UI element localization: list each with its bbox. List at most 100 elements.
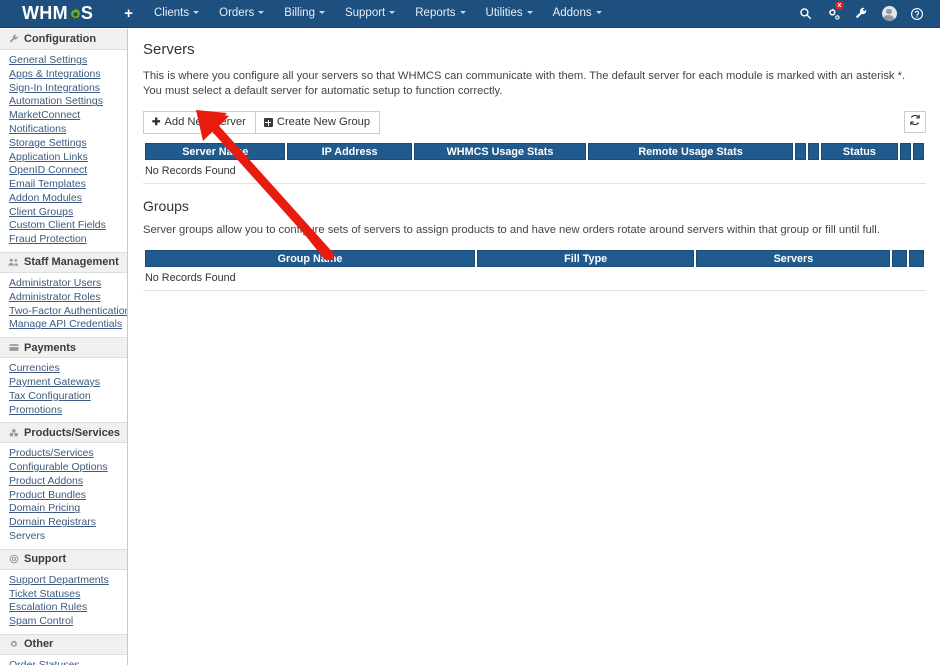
navbar-right-icons: x	[792, 0, 930, 27]
sidebar-item-openid-connect[interactable]: OpenID Connect	[9, 164, 127, 178]
nav-label: Orders	[219, 7, 255, 19]
nav-item-orders[interactable]: Orders	[209, 0, 274, 27]
sidebar-links-staff-management: Administrator Users Administrator Roles …	[0, 273, 127, 337]
help-icon[interactable]	[904, 0, 930, 27]
nav-label: Reports	[415, 7, 456, 19]
sidebar-item-domain-pricing[interactable]: Domain Pricing	[9, 502, 127, 516]
sidebar-item-manage-api-credentials[interactable]: Manage API Credentials	[9, 318, 127, 332]
sidebar-item-products-services[interactable]: Products/Services	[9, 447, 127, 461]
section-title: Configuration	[24, 33, 97, 45]
column-header-blank-1[interactable]	[892, 250, 908, 267]
square-plus-icon	[263, 118, 273, 127]
sidebar-item-storage-settings[interactable]: Storage Settings	[9, 137, 127, 151]
sidebar-item-email-templates[interactable]: Email Templates	[9, 178, 127, 192]
sidebar-item-notifications[interactable]: Notifications	[9, 123, 127, 137]
search-icon[interactable]	[792, 0, 818, 27]
sidebar-item-domain-registrars[interactable]: Domain Registrars	[9, 516, 127, 530]
plus-icon: ✚	[152, 117, 161, 128]
sidebar-item-tax-configuration[interactable]: Tax Configuration	[9, 390, 127, 404]
lifebuoy-icon	[8, 554, 19, 565]
column-header-blank-3[interactable]	[899, 143, 911, 160]
nav-item-addons[interactable]: Addons	[543, 0, 612, 27]
section-title: Staff Management	[24, 256, 119, 269]
column-header-fill-type[interactable]: Fill Type	[476, 250, 695, 267]
column-header-blank-1[interactable]	[794, 143, 807, 160]
sidebar-item-support-departments[interactable]: Support Departments	[9, 574, 127, 588]
column-header-servers[interactable]: Servers	[696, 250, 891, 267]
groups-section-description: Server groups allow you to configure set…	[143, 224, 880, 236]
wrench-icon	[8, 34, 19, 45]
sidebar-section-products-services[interactable]: Products/Services	[0, 422, 127, 444]
sidebar-item-marketconnect[interactable]: MarketConnect	[9, 109, 127, 123]
user-avatar-icon[interactable]	[876, 0, 902, 27]
sidebar-item-payment-gateways[interactable]: Payment Gateways	[9, 376, 127, 390]
sidebar-item-automation-settings[interactable]: Automation Settings	[9, 95, 127, 109]
sidebar-links-configuration: General Settings Apps & Integrations Sig…	[0, 50, 127, 252]
column-header-status[interactable]: Status	[821, 143, 898, 160]
page-title: Servers	[143, 41, 195, 58]
add-new-server-button[interactable]: ✚ Add New Server	[143, 111, 256, 134]
column-header-server-name[interactable]: Server Name	[145, 143, 286, 160]
column-header-ip-address[interactable]: IP Address	[287, 143, 412, 160]
nav-item-utilities[interactable]: Utilities	[476, 0, 543, 27]
nav-label: Billing	[284, 7, 315, 19]
nav-item-clients[interactable]: Clients	[144, 0, 209, 27]
groups-table: Group Name Fill Type Servers	[143, 250, 926, 267]
column-header-blank-2[interactable]	[808, 143, 820, 160]
column-header-blank-4[interactable]	[912, 143, 924, 160]
sidebar-item-promotions[interactable]: Promotions	[9, 403, 127, 417]
sidebar-item-administrator-users[interactable]: Administrator Users	[9, 277, 127, 291]
sidebar-item-escalation-rules[interactable]: Escalation Rules	[9, 601, 127, 615]
chevron-down-icon	[526, 11, 533, 15]
sidebar-item-configurable-options[interactable]: Configurable Options	[9, 461, 127, 475]
sidebar-section-payments[interactable]: Payments	[0, 337, 127, 359]
refresh-button[interactable]	[904, 111, 926, 133]
column-header-remote-usage-stats[interactable]: Remote Usage Stats	[588, 143, 793, 160]
sidebar-section-configuration[interactable]: Configuration	[0, 29, 127, 50]
credit-card-icon	[8, 342, 19, 353]
column-header-whmcs-usage-stats[interactable]: WHMCS Usage Stats	[413, 143, 587, 160]
avatar	[881, 6, 897, 21]
nav-label: Utilities	[485, 7, 523, 19]
sidebar-item-client-groups[interactable]: Client Groups	[9, 206, 127, 220]
sidebar-item-fraud-protection[interactable]: Fraud Protection	[9, 233, 127, 247]
sidebar-item-servers[interactable]: Servers	[9, 530, 127, 544]
sidebar-item-general-settings[interactable]: General Settings	[9, 54, 127, 68]
nav-item-support[interactable]: Support	[335, 0, 405, 27]
sidebar-section-support[interactable]: Support	[0, 548, 127, 570]
gears-icon[interactable]: x	[820, 0, 846, 27]
sidebar-item-spam-control[interactable]: Spam Control	[9, 615, 127, 629]
quick-add-button[interactable]: +	[113, 0, 144, 27]
notification-badge: x	[835, 1, 844, 10]
servers-table-head: Server Name IP Address WHMCS Usage Stats…	[145, 143, 924, 160]
wrench-icon[interactable]	[848, 0, 874, 27]
sidebar-item-product-bundles[interactable]: Product Bundles	[9, 489, 127, 503]
column-header-group-name[interactable]: Group Name	[145, 250, 475, 267]
sidebar-item-sign-in-integrations[interactable]: Sign-In Integrations	[9, 82, 127, 96]
whmcs-logo[interactable]: WHM S	[22, 3, 93, 24]
sidebar-item-addon-modules[interactable]: Addon Modules	[9, 192, 127, 206]
chevron-down-icon	[193, 11, 200, 15]
sidebar-item-ticket-statuses[interactable]: Ticket Statuses	[9, 587, 127, 601]
sidebar-section-staff-management[interactable]: Staff Management	[0, 251, 127, 273]
sidebar-links-products-services: Products/Services Configurable Options P…	[0, 443, 127, 548]
gear-icon	[8, 639, 19, 650]
sidebar-item-apps-integrations[interactable]: Apps & Integrations	[9, 68, 127, 82]
sidebar-item-currencies[interactable]: Currencies	[9, 362, 127, 376]
sidebar-item-product-addons[interactable]: Product Addons	[9, 475, 127, 489]
nav-item-billing[interactable]: Billing	[274, 0, 335, 27]
column-header-blank-2[interactable]	[909, 250, 924, 267]
sidebar-item-order-statuses[interactable]: Order Statuses	[9, 659, 127, 665]
sidebar-item-two-factor-authentication[interactable]: Two-Factor Authentication	[9, 305, 127, 319]
sidebar-section-other[interactable]: Other	[0, 633, 127, 655]
users-icon	[8, 257, 19, 268]
nav-item-reports[interactable]: Reports	[405, 0, 475, 27]
top-navbar: WHM S + Clients Orders Billing Support R…	[0, 0, 940, 28]
sidebar-item-application-links[interactable]: Application Links	[9, 150, 127, 164]
section-title: Support	[24, 553, 67, 566]
sidebar-item-administrator-roles[interactable]: Administrator Roles	[9, 291, 127, 305]
sidebar-links-other: Order Statuses Security Questions Banned…	[0, 655, 127, 665]
refresh-icon	[909, 113, 921, 131]
create-new-group-button[interactable]: Create New Group	[254, 111, 381, 134]
sidebar-item-custom-client-fields[interactable]: Custom Client Fields	[9, 219, 127, 233]
